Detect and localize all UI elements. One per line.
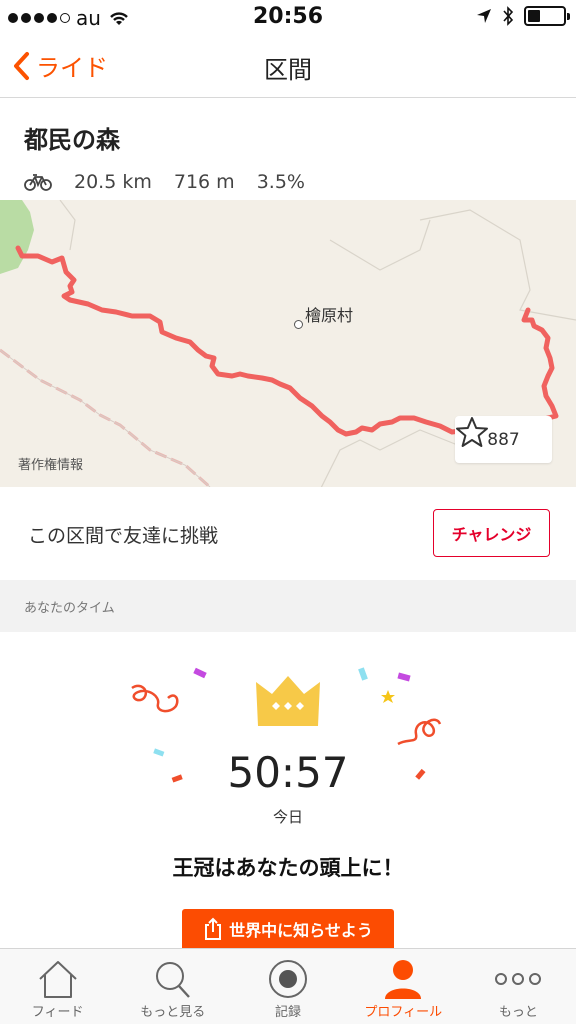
bicycle-icon — [24, 172, 52, 192]
tab-bar: フィード もっと見る 記録 プロフィール もっと — [0, 948, 576, 1024]
challenge-text: この区間で友達に挑戦 — [28, 525, 219, 547]
section-label: あなたのタイム — [24, 601, 115, 616]
navigation-bar: ライド 区間 — [0, 36, 576, 98]
challenge-row: この区間で友達に挑戦 チャレンジ — [0, 487, 576, 580]
segment-name: 都民の森 — [24, 126, 120, 154]
bluetooth-icon — [503, 6, 514, 26]
record-icon — [269, 960, 307, 998]
share-button[interactable]: 世界中に知らせよう — [182, 909, 394, 949]
star-segment-button[interactable]: 887 — [455, 416, 552, 463]
tab-more[interactable]: もっと — [461, 949, 576, 1024]
status-bar: au 20:56 — [0, 0, 576, 36]
tab-record[interactable]: 記録 — [230, 949, 345, 1024]
tab-explore[interactable]: もっと見る — [115, 949, 230, 1024]
segment-elevation: 716 m — [173, 171, 235, 193]
star-icon — [456, 417, 488, 447]
location-arrow-icon — [477, 9, 491, 23]
battery-icon — [524, 6, 570, 26]
segment-grade: 3.5% — [256, 171, 305, 193]
tab-label: フィード — [31, 1005, 84, 1020]
star-count: 887 — [487, 429, 520, 450]
route-line — [15, 245, 559, 437]
your-time-result: 50:57 今日 王冠はあなたの頭上に！ 世界中に知らせよう — [0, 632, 576, 949]
segment-time: 50:57 — [227, 748, 349, 797]
map-credit-link[interactable]: 著作権情報 — [18, 454, 83, 473]
share-icon — [205, 917, 222, 940]
tab-label: もっと見る — [140, 1005, 206, 1020]
tab-profile[interactable]: プロフィール — [346, 949, 461, 1024]
crown-icon — [256, 676, 320, 726]
crown-message: 王冠はあなたの頭上に！ — [172, 856, 404, 880]
search-icon — [155, 962, 190, 998]
share-label: 世界中に知らせよう — [229, 921, 373, 940]
park-area — [0, 200, 34, 274]
profile-icon — [385, 960, 422, 999]
segment-map[interactable]: 檜原村 著作権情報 887 — [0, 200, 576, 487]
place-label: 檜原村 — [305, 306, 354, 325]
segment-distance: 20.5 km — [74, 171, 152, 193]
segment-stats: 20.5 km 716 m 3.5% — [24, 171, 554, 193]
home-icon — [38, 961, 77, 998]
challenge-button[interactable]: チャレンジ — [433, 509, 550, 557]
your-time-section-header: あなたのタイム — [0, 580, 576, 632]
tab-label: もっと — [498, 1005, 538, 1020]
tab-feed[interactable]: フィード — [0, 949, 115, 1024]
status-right — [476, 6, 570, 26]
tab-label: 記録 — [275, 1005, 302, 1020]
tab-label: プロフィール — [364, 1005, 443, 1020]
more-icon — [495, 973, 542, 985]
page-title: 区間 — [264, 56, 312, 84]
place-marker — [294, 320, 303, 329]
segment-date: 今日 — [272, 808, 303, 826]
segment-header: 都民の森 20.5 km 716 m 3.5% — [24, 120, 554, 193]
